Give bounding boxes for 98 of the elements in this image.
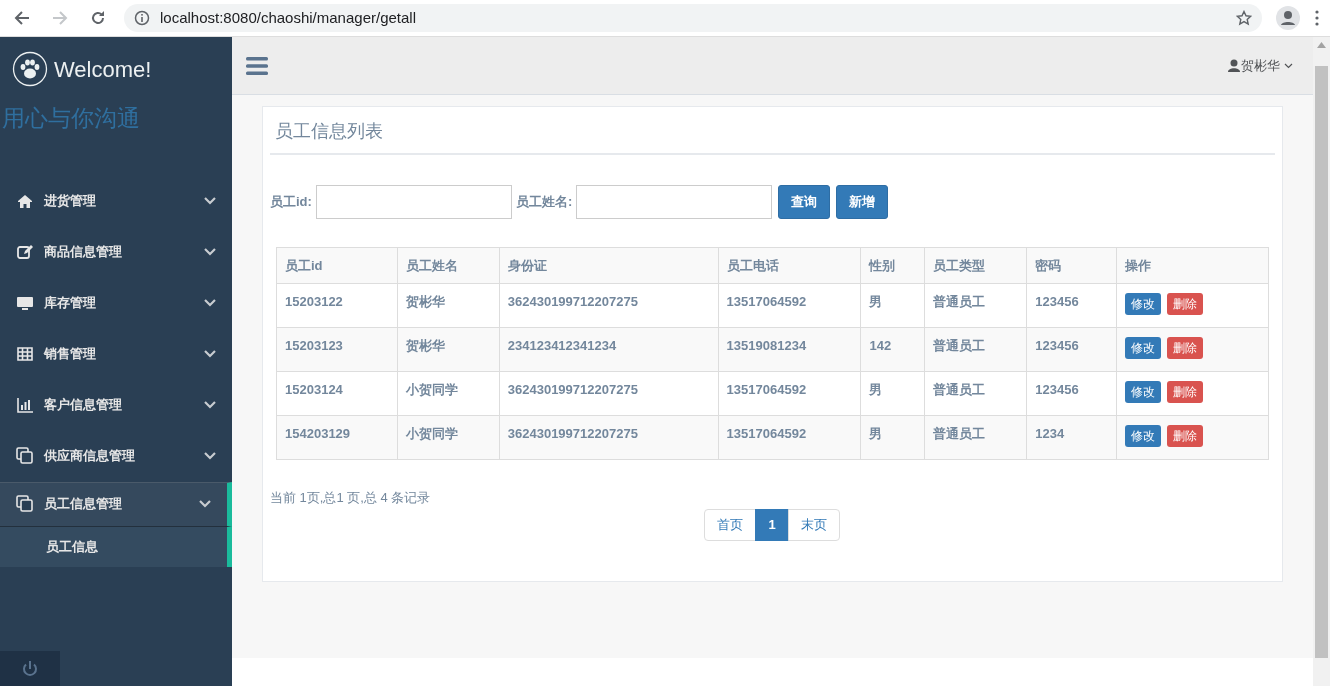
back-arrow-icon xyxy=(14,10,30,26)
chevron-down-icon xyxy=(204,299,216,307)
edit-button[interactable]: 修改 xyxy=(1125,425,1162,448)
table-cell: 15203122 xyxy=(276,283,398,328)
logout-button[interactable] xyxy=(0,651,60,686)
chevron-down-icon xyxy=(204,248,216,256)
edit-button[interactable]: 修改 xyxy=(1125,381,1162,404)
table-cell: 123456 xyxy=(1026,327,1117,372)
delete-button[interactable]: 删除 xyxy=(1167,337,1204,360)
user-menu[interactable]: 贺彬华 xyxy=(1222,54,1299,77)
table-cell: 362430199712207275 xyxy=(499,283,719,328)
chevron-down-icon xyxy=(204,350,216,358)
table-cell: 362430199712207275 xyxy=(499,415,719,460)
slogan-text: 用心与你沟通 xyxy=(1,104,141,133)
table-cell: 男 xyxy=(861,283,925,328)
sidebar-item[interactable]: 员工信息管理 xyxy=(0,481,232,527)
table-cell: 123456 xyxy=(1026,283,1117,328)
table-cell: 13517064592 xyxy=(718,415,861,460)
reload-icon xyxy=(90,10,106,26)
column-header: 密码 xyxy=(1026,247,1117,284)
copy-icon xyxy=(16,447,34,465)
input-field[interactable] xyxy=(315,184,512,219)
menu-icon[interactable] xyxy=(246,55,268,76)
sidebar-item[interactable]: 供应商信息管理 xyxy=(0,430,232,482)
edit-button[interactable]: 修改 xyxy=(1125,337,1162,360)
table-cell: 15203124 xyxy=(276,371,398,416)
brand-title: Welcome! xyxy=(54,55,152,84)
table-cell: 13517064592 xyxy=(718,371,861,416)
monitor-icon xyxy=(16,294,34,312)
search-button[interactable]: 查询 xyxy=(778,184,831,219)
user-icon xyxy=(1228,59,1240,72)
page-link[interactable]: 1 xyxy=(755,508,789,541)
column-header: 员工id xyxy=(276,247,398,284)
scroll-up-icon[interactable] xyxy=(1317,42,1326,48)
sidebar-item[interactable]: 库存管理 xyxy=(0,277,232,329)
sidebar-item[interactable]: 客户信息管理 xyxy=(0,379,232,431)
sidebar-item[interactable]: 进货管理 xyxy=(0,175,232,227)
edit-icon xyxy=(16,243,34,261)
delete-button[interactable]: 删除 xyxy=(1167,293,1204,316)
table-cell: 普通员工 xyxy=(924,283,1027,328)
table-cell: 贺彬华 xyxy=(397,327,500,372)
table-cell: 154203129 xyxy=(276,415,398,460)
info-icon xyxy=(134,10,150,26)
table-cell: 普通员工 xyxy=(924,415,1027,460)
chevron-down-icon xyxy=(204,401,216,409)
table-cell: 男 xyxy=(861,371,925,416)
star-icon[interactable] xyxy=(1236,10,1252,26)
table-cell: 15203123 xyxy=(276,327,398,372)
profile-avatar-icon[interactable] xyxy=(1276,6,1300,30)
address-bar[interactable]: localhost:8080/chaoshi/manager/getall xyxy=(124,4,1262,32)
table-cell: 234123412341234 xyxy=(499,327,719,372)
table-cell: 142 xyxy=(861,327,925,372)
bar-chart-icon xyxy=(16,396,34,414)
house-icon xyxy=(16,192,34,210)
paw-icon xyxy=(12,51,48,87)
column-header: 身份证 xyxy=(499,247,719,284)
add-button[interactable]: 新增 xyxy=(836,184,889,219)
submenu-item[interactable]: 员工信息 xyxy=(0,526,227,567)
table-cell: 小贺同学 xyxy=(397,415,500,460)
column-header: 员工电话 xyxy=(718,247,861,284)
forward-arrow-icon xyxy=(52,10,68,26)
panel-title: 员工信息列表 xyxy=(270,115,1275,155)
chevron-down-icon xyxy=(204,452,216,460)
url-text: localhost:8080/chaoshi/manager/getall xyxy=(160,7,417,28)
chevron-down-icon xyxy=(199,500,211,508)
page-link[interactable]: 末页 xyxy=(787,508,840,541)
table-cell: 13519081234 xyxy=(718,327,861,372)
table-cell: 小贺同学 xyxy=(397,371,500,416)
sidebar-item[interactable]: 销售管理 xyxy=(0,328,232,380)
power-icon xyxy=(21,659,39,678)
table-cell: 13517064592 xyxy=(718,283,861,328)
scrollbar[interactable] xyxy=(1313,37,1330,686)
record-summary: 当前 1页,总1 页,总 4 条记录 xyxy=(270,489,432,508)
grid-icon xyxy=(16,345,34,363)
scrollbar-thumb[interactable] xyxy=(1315,66,1328,658)
field-label: 员工id: xyxy=(270,192,312,211)
table-cell: 1234 xyxy=(1026,415,1117,460)
column-header: 员工类型 xyxy=(924,247,1027,284)
delete-button[interactable]: 删除 xyxy=(1167,425,1204,448)
delete-button[interactable]: 删除 xyxy=(1167,381,1204,404)
table-cell: 贺彬华 xyxy=(397,283,500,328)
page-link[interactable]: 首页 xyxy=(704,508,757,541)
column-header: 性别 xyxy=(861,247,925,284)
chevron-down-icon xyxy=(1284,62,1293,69)
edit-button[interactable]: 修改 xyxy=(1125,293,1162,316)
sidebar-item[interactable]: 商品信息管理 xyxy=(0,226,232,278)
column-header: 员工姓名 xyxy=(397,247,500,284)
table-cell: 362430199712207275 xyxy=(499,371,719,416)
input-field[interactable] xyxy=(576,184,773,219)
table-cell: 普通员工 xyxy=(924,327,1027,372)
table-cell: 123456 xyxy=(1026,371,1117,416)
chevron-down-icon xyxy=(204,197,216,205)
copy-icon xyxy=(16,495,34,513)
column-header: 操作 xyxy=(1116,247,1269,284)
table-cell: 普通员工 xyxy=(924,371,1027,416)
field-label: 员工姓名: xyxy=(515,192,573,211)
table-cell: 男 xyxy=(861,415,925,460)
menu-icon[interactable] xyxy=(1314,9,1320,27)
